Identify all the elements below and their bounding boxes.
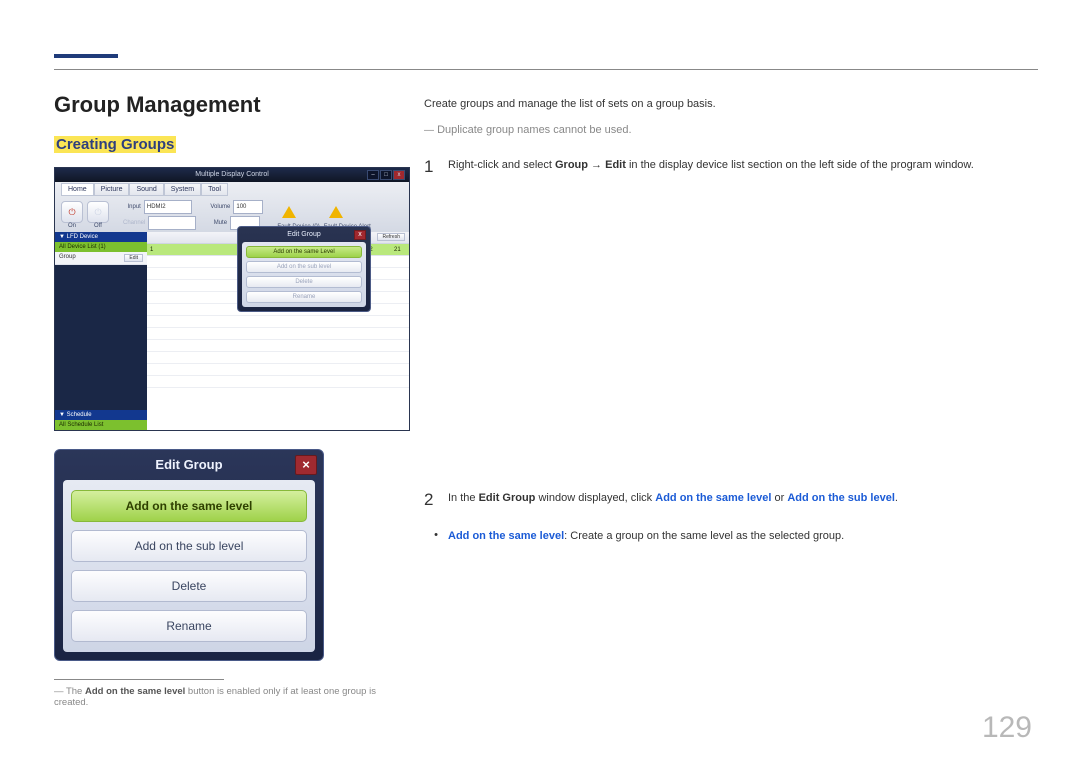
footnote-rule: [54, 679, 224, 680]
eg-add-same-level-button[interactable]: Add on the same level: [71, 490, 307, 522]
eg-delete-button[interactable]: Delete: [71, 570, 307, 602]
edit-group-dialog-screenshot: Edit Group × Add on the same level Add o…: [54, 449, 324, 661]
tab-home[interactable]: Home: [61, 183, 94, 196]
right-column: Create groups and manage the list of set…: [424, 92, 1038, 739]
sidebar-header-schedule[interactable]: ▼ Schedule: [55, 410, 147, 420]
popup-button-list: Add on the same Level Add on the sub lev…: [242, 242, 366, 307]
power-on-label: On: [61, 223, 83, 229]
mdc-window-controls: – □ x: [367, 170, 405, 180]
eg-titlebar: Edit Group ×: [55, 450, 323, 480]
sidebar-header-lfd[interactable]: ▼ LFD Device: [55, 232, 147, 242]
sidebar-edit-button[interactable]: Edit: [124, 254, 143, 262]
volume-label: Volume: [210, 204, 230, 210]
header-rule: [54, 69, 1038, 70]
channel-select: [148, 216, 196, 230]
close-icon[interactable]: ×: [295, 455, 317, 475]
section-heading: Creating Groups: [54, 136, 394, 153]
channel-label: Channel: [123, 220, 145, 226]
close-icon[interactable]: x: [354, 230, 366, 240]
warning-icon[interactable]: [277, 200, 301, 224]
eg-rename-button[interactable]: Rename: [71, 610, 307, 642]
bullet-same-level: • Add on the same level: Create a group …: [424, 525, 1038, 546]
note-duplicate: ― Duplicate group names cannot be used.: [424, 122, 1038, 140]
maximize-icon[interactable]: □: [380, 170, 392, 180]
edit-group-popup-small: Edit Group x Add on the same Level Add o…: [237, 226, 371, 312]
power-off-label: Off: [87, 223, 109, 229]
tab-sound[interactable]: Sound: [129, 183, 163, 196]
step-1: 1 Right-click and select Group → Edit in…: [424, 153, 1038, 182]
mdc-sidebar: ▼ LFD Device All Device List (1) Group E…: [55, 232, 147, 430]
close-icon[interactable]: x: [393, 170, 405, 180]
bullet-text: Add on the same level: Create a group on…: [448, 525, 844, 546]
sidebar-group-label: Group: [59, 254, 76, 262]
grid-cell-extra: 21: [391, 244, 409, 255]
mdc-window-screenshot: Multiple Display Control – □ x Home Pict…: [54, 167, 410, 431]
sidebar-group-row[interactable]: Group Edit: [55, 252, 147, 265]
sidebar-all-schedule[interactable]: All Schedule List: [55, 420, 147, 430]
grid-cell-id: 1: [147, 244, 163, 255]
power-group: ⏻ On ⏻ Off: [61, 201, 109, 229]
step-number: 2: [424, 486, 448, 515]
bullet-icon: •: [424, 525, 448, 546]
warning-icon[interactable]: [324, 200, 348, 224]
mdc-body: ▼ LFD Device All Device List (1) Group E…: [55, 232, 409, 430]
popup-add-same-level-button[interactable]: Add on the same Level: [246, 246, 362, 258]
minimize-icon[interactable]: –: [367, 170, 379, 180]
input-select[interactable]: HDMI2: [144, 200, 192, 214]
popup-title: Edit Group x: [242, 231, 366, 238]
page-title: Group Management: [54, 92, 394, 118]
mdc-grid: Refresh 1 ower HDMI2 21: [147, 232, 409, 430]
tab-tool[interactable]: Tool: [201, 183, 228, 196]
page-number: 129: [982, 711, 1032, 745]
popup-add-sub-level-button[interactable]: Add on the sub level: [246, 261, 362, 273]
popup-rename-button[interactable]: Rename: [246, 291, 362, 303]
eg-title-text: Edit Group: [155, 457, 222, 472]
step-2: 2 In the Edit Group window displayed, cl…: [424, 486, 1038, 515]
footnote: ― The Add on the same level button is en…: [54, 686, 394, 708]
eg-add-sub-level-button[interactable]: Add on the sub level: [71, 530, 307, 562]
refresh-button[interactable]: Refresh: [377, 233, 405, 241]
sidebar-all-devices[interactable]: All Device List (1): [55, 242, 147, 252]
tab-picture[interactable]: Picture: [94, 183, 130, 196]
input-group: Input HDMI2 Channel: [123, 200, 196, 230]
popup-delete-button[interactable]: Delete: [246, 276, 362, 288]
power-on-icon[interactable]: ⏻: [61, 201, 83, 223]
intro-text: Create groups and manage the list of set…: [424, 96, 1038, 114]
header-accent-bar: [54, 54, 118, 58]
step-2-text: In the Edit Group window displayed, clic…: [448, 486, 898, 515]
volume-value[interactable]: 100: [233, 200, 263, 214]
left-column: Group Management Creating Groups Multipl…: [54, 92, 424, 739]
mdc-title-text: Multiple Display Control: [195, 171, 269, 178]
tab-system[interactable]: System: [164, 183, 201, 196]
step-1-text: Right-click and select Group → Edit in t…: [448, 153, 974, 182]
page-content: Group Management Creating Groups Multipl…: [54, 92, 1038, 739]
mute-label: Mute: [214, 220, 227, 226]
mdc-titlebar: Multiple Display Control – □ x: [55, 168, 409, 182]
mdc-tabs: Home Picture Sound System Tool: [61, 183, 228, 196]
power-off-icon[interactable]: ⏻: [87, 201, 109, 223]
eg-button-list: Add on the same level Add on the sub lev…: [63, 480, 315, 652]
input-label: Input: [128, 204, 141, 210]
step-number: 1: [424, 153, 448, 182]
